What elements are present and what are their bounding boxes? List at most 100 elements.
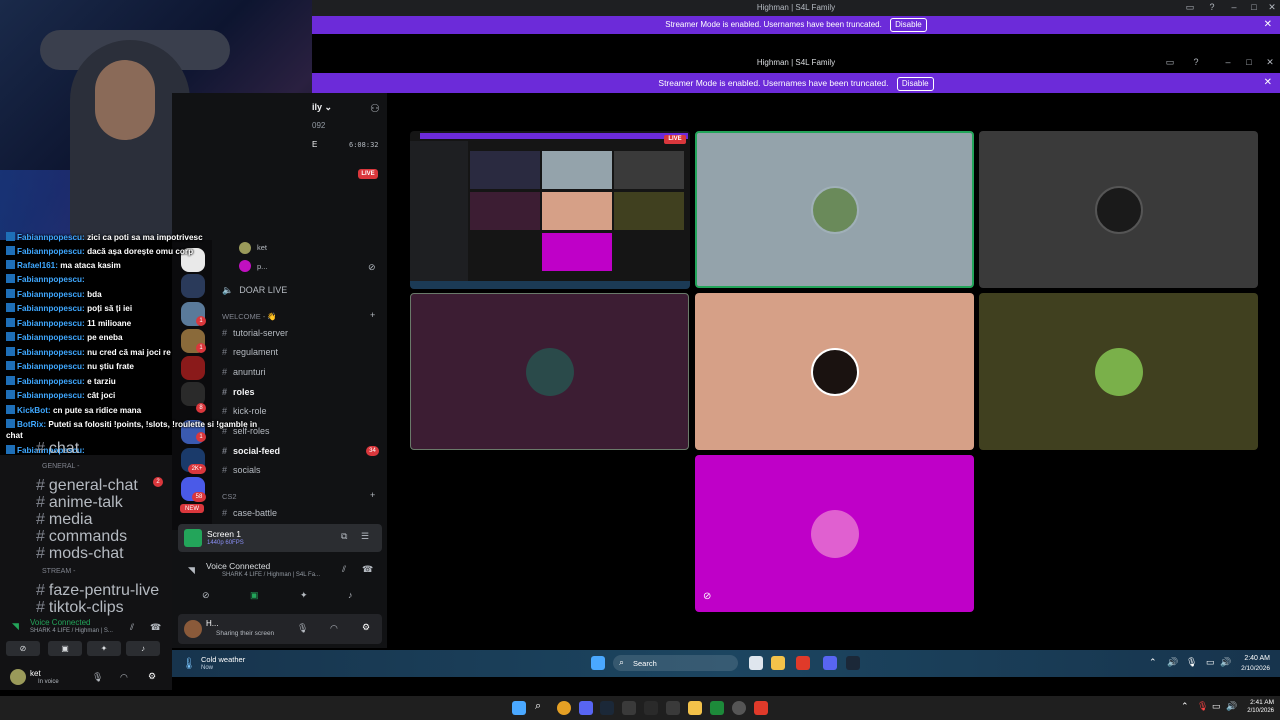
close-icon[interactable]: ✕ xyxy=(1264,57,1276,69)
server-name[interactable]: ily ⌄ xyxy=(312,102,332,113)
avatar[interactable] xyxy=(10,669,26,685)
add-channel-icon[interactable]: + xyxy=(370,490,375,500)
taskbar-date[interactable]: 2/10/2026 xyxy=(1236,708,1274,714)
activities-icon[interactable]: ✦ xyxy=(300,590,308,601)
disable-streamer-button[interactable]: Disable xyxy=(890,18,927,32)
minimize-icon[interactable]: – xyxy=(1228,2,1240,14)
chevron-up-icon[interactable]: ⌃ xyxy=(1149,657,1157,668)
screen-share-icon[interactable]: ▣ xyxy=(250,590,259,601)
inner-taskbar: 🌡 Cold weather Now ⌕ Search ⌃ 🔊 🎙 ▭ 🔊 2:… xyxy=(172,650,1280,677)
noise-suppress-icon[interactable]: ⫽ xyxy=(342,564,346,575)
volume-icon[interactable]: 🔊 xyxy=(1220,657,1231,668)
headphones-icon[interactable]: ◠ xyxy=(120,672,128,683)
sidebar-channel-mods-chat[interactable]: # mods-chat xyxy=(36,545,124,563)
stream-tile-user[interactable] xyxy=(695,293,974,450)
disconnect-icon[interactable]: ☎ xyxy=(150,622,161,633)
help-icon[interactable]: ? xyxy=(1206,2,1218,14)
disable-streamer-button[interactable]: Disable xyxy=(896,77,934,91)
avatar[interactable] xyxy=(184,620,202,638)
server-mention-badge: 2K+ xyxy=(188,464,206,474)
close-banner-icon[interactable]: ✕ xyxy=(1264,16,1272,34)
taskbar-time[interactable]: 2:40 AM xyxy=(1236,655,1270,662)
camera-off-icon[interactable]: ⊘ xyxy=(202,590,210,601)
sidebar-channel-tiktok-clips[interactable]: # tiktok-clips xyxy=(36,599,124,617)
microphone-icon[interactable]: 🎙 xyxy=(297,623,308,634)
stream-tile-user[interactable] xyxy=(979,293,1258,450)
speaker-icon[interactable]: 🔊 xyxy=(1167,657,1178,668)
steam-icon[interactable] xyxy=(600,701,614,715)
stream-tile-user[interactable] xyxy=(979,131,1258,288)
disconnect-icon[interactable]: ☎ xyxy=(362,564,373,575)
app-icon[interactable] xyxy=(644,701,658,715)
xbox-icon[interactable] xyxy=(710,701,724,715)
discord-icon[interactable] xyxy=(823,656,837,670)
file-explorer-icon[interactable] xyxy=(771,656,785,670)
channel-case-battle[interactable]: # case-battle xyxy=(222,508,277,518)
left-voice-actions: ⊘ ▣ ✦ ♪ xyxy=(4,641,170,657)
maximize-icon[interactable]: □ xyxy=(1248,2,1260,14)
stream-tile-user[interactable]: ⊘ xyxy=(695,455,974,612)
camera-button[interactable]: ⊘ xyxy=(6,641,40,656)
screen-share-button[interactable]: ▣ xyxy=(48,641,82,656)
settings-gear-icon[interactable]: ⚙ xyxy=(362,622,370,633)
search-icon[interactable]: ⌕ xyxy=(535,700,541,713)
network-icon[interactable]: ▭ xyxy=(1206,657,1215,668)
chat-message: Fabiannpopescu: bda xyxy=(6,289,102,299)
screen-share-card[interactable]: Screen 1 1440p 60FPS ⧉ ☰ xyxy=(178,524,382,552)
category-general[interactable]: GENERAL - xyxy=(42,463,79,470)
close-icon[interactable]: ✕ xyxy=(1266,2,1278,14)
sidebar-channel-chat[interactable]: # chat xyxy=(36,440,79,458)
windows-start-icon[interactable] xyxy=(512,701,526,715)
calculator-icon[interactable] xyxy=(622,701,636,715)
discord-icon[interactable] xyxy=(579,701,593,715)
microphone-icon[interactable]: 🎙 xyxy=(1197,701,1208,712)
stream-tile-user[interactable] xyxy=(410,293,689,450)
noise-suppress-icon[interactable]: ⫽ xyxy=(130,622,134,633)
sidebar-channel-anime-talk[interactable]: # anime-talk xyxy=(36,494,123,512)
settings-gear-icon[interactable]: ⚙ xyxy=(148,671,156,682)
chat-text: cât joci xyxy=(87,391,116,400)
sidebar-channel-faze-pentru-live[interactable]: # faze-pentru-live xyxy=(36,582,159,600)
taskbar-time[interactable]: 2:41 AM xyxy=(1238,699,1274,706)
sidebar-channel-commands[interactable]: # commands xyxy=(36,528,127,546)
category-stream[interactable]: STREAM - xyxy=(42,568,75,575)
taskbar-date[interactable]: 2/10/2026 xyxy=(1232,665,1270,672)
maximize-icon[interactable]: □ xyxy=(1243,57,1255,69)
brave-browser-icon[interactable] xyxy=(754,701,768,715)
activities-button[interactable]: ✦ xyxy=(87,641,121,656)
sidebar-channel-media[interactable]: # media xyxy=(36,511,92,529)
screen-share-icon[interactable]: ▭ xyxy=(1164,57,1176,69)
minimize-icon[interactable]: – xyxy=(1222,57,1234,69)
task-view-icon[interactable] xyxy=(749,656,763,670)
popout-icon[interactable]: ⧉ xyxy=(341,531,347,542)
microphone-icon[interactable]: 🎙 xyxy=(92,672,103,683)
brave-browser-icon[interactable] xyxy=(796,656,810,670)
voice-server: SHARK 4 LIFE / Highman | S4L Fa... xyxy=(222,572,321,578)
app-icon[interactable] xyxy=(666,701,680,715)
soundboard-icon[interactable]: ♪ xyxy=(348,590,353,600)
steam-icon[interactable] xyxy=(846,656,860,670)
add-friend-icon[interactable]: ⚇ xyxy=(370,102,380,115)
taskbar-search[interactable]: ⌕ Search xyxy=(613,655,738,671)
chrome-icon[interactable] xyxy=(557,701,571,715)
soundboard-button[interactable]: ♪ xyxy=(126,641,160,656)
screen-share-icon[interactable]: ▭ xyxy=(1184,2,1196,14)
stream-tile-user[interactable] xyxy=(695,131,974,288)
sidebar-channel-general-chat[interactable]: # general-chat xyxy=(36,477,138,495)
chat-username: KickBot: xyxy=(17,406,51,415)
headphones-icon[interactable]: ◠ xyxy=(330,623,338,634)
stream-tile-preview[interactable]: LIVE xyxy=(410,131,690,289)
close-banner-icon[interactable]: ✕ xyxy=(1264,73,1272,93)
settings-icon[interactable]: ☰ xyxy=(361,531,369,542)
windows-start-icon[interactable] xyxy=(591,656,605,670)
weather-title[interactable]: Cold weather xyxy=(201,655,245,664)
category-cs2[interactable]: CS2 xyxy=(222,492,237,501)
chevron-up-icon[interactable]: ⌃ xyxy=(1181,701,1189,712)
channel-socials[interactable]: # socials xyxy=(222,465,261,475)
obs-icon[interactable] xyxy=(732,701,746,715)
microphone-icon[interactable]: 🎙 xyxy=(1186,657,1197,668)
network-icon[interactable]: ▭ xyxy=(1212,701,1221,712)
help-icon[interactable]: ? xyxy=(1190,57,1202,69)
add-channel-icon[interactable]: + xyxy=(370,310,375,320)
file-explorer-icon[interactable] xyxy=(688,701,702,715)
